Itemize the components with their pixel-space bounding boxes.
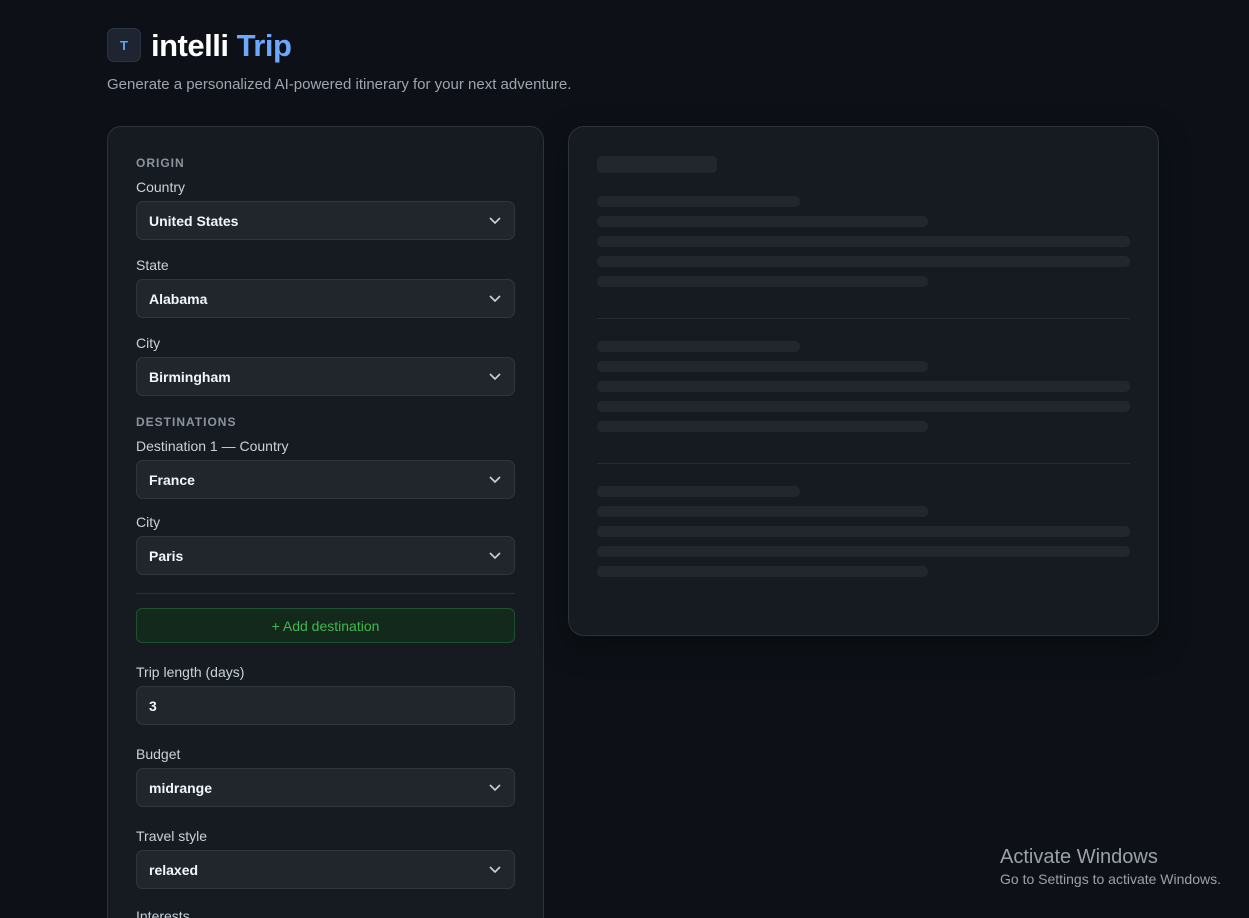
skeleton-line [597, 546, 1130, 557]
trip-length-value: 3 [149, 697, 157, 714]
chevron-down-icon [488, 473, 502, 487]
origin-city-label: City [136, 335, 161, 351]
origin-state-value: Alabama [149, 290, 208, 307]
skeleton-line [597, 276, 928, 287]
app-title-part1: intelli [151, 27, 229, 63]
skeleton-line [597, 381, 1130, 392]
skeleton-line [597, 236, 1130, 247]
brand: T intelli Trip [107, 28, 571, 62]
app-title-part2: Trip [236, 27, 292, 63]
chevron-down-icon [488, 214, 502, 228]
chevron-down-icon [488, 549, 502, 563]
travel-style-label: Travel style [136, 828, 208, 844]
budget-select[interactable]: midrange [136, 768, 515, 807]
trip-length-input[interactable]: 3 [136, 686, 515, 725]
destinations-section-title: DESTINATIONS [136, 415, 237, 429]
skeleton-divider [597, 318, 1130, 319]
travel-style-select[interactable]: relaxed [136, 850, 515, 889]
chevron-down-icon [488, 863, 502, 877]
origin-city-select[interactable]: Birmingham [136, 357, 515, 396]
skeleton-line [597, 526, 1130, 537]
origin-section-title: ORIGIN [136, 156, 185, 170]
app-page: T intelli Trip Generate a personalized A… [0, 0, 1249, 918]
destination-1-city-value: Paris [149, 547, 184, 564]
skeleton-line [597, 566, 928, 577]
form-divider [136, 593, 515, 594]
origin-state-label: State [136, 257, 169, 273]
skeleton-line [597, 421, 928, 432]
origin-country-value: United States [149, 212, 239, 229]
windows-activation-watermark: Activate Windows Go to Settings to activ… [1000, 846, 1221, 887]
chevron-down-icon [488, 370, 502, 384]
skeleton-line [597, 196, 800, 207]
header: T intelli Trip Generate a personalized A… [107, 28, 571, 93]
trip-length-label: Trip length (days) [136, 664, 245, 680]
chevron-down-icon [488, 292, 502, 306]
interests-label: Interests [136, 908, 190, 918]
skeleton-line [597, 486, 800, 497]
budget-label: Budget [136, 746, 181, 762]
trip-form-panel: ORIGIN Country United States State Alaba… [107, 126, 544, 918]
destination-1-city-select[interactable]: Paris [136, 536, 515, 575]
page-subtitle: Generate a personalized AI-powered itine… [107, 76, 572, 93]
skeleton-divider [597, 463, 1130, 464]
origin-country-label: Country [136, 179, 186, 195]
watermark-subtitle: Go to Settings to activate Windows. [1000, 871, 1221, 887]
logo-letter: T [120, 37, 128, 53]
skeleton-line [597, 256, 1130, 267]
destination-1-country-select[interactable]: France [136, 460, 515, 499]
origin-city-value: Birmingham [149, 368, 231, 385]
skeleton-line [597, 216, 928, 227]
skeleton-line [597, 361, 928, 372]
watermark-title: Activate Windows [1000, 846, 1158, 868]
budget-value: midrange [149, 779, 213, 796]
app-title: intelli Trip [151, 27, 292, 63]
add-destination-button[interactable]: + Add destination [136, 608, 515, 643]
destination-1-country-value: France [149, 471, 195, 488]
destination-1-city-label: City [136, 514, 161, 530]
skeleton-line [597, 341, 800, 352]
logo-icon: T [107, 28, 141, 62]
itinerary-preview-panel [568, 126, 1159, 636]
origin-country-select[interactable]: United States [136, 201, 515, 240]
origin-state-select[interactable]: Alabama [136, 279, 515, 318]
destination-1-country-label: Destination 1 — Country [136, 438, 289, 454]
skeleton-line [597, 506, 928, 517]
skeleton-heading [597, 156, 717, 173]
travel-style-value: relaxed [149, 861, 199, 878]
skeleton-line [597, 401, 1130, 412]
chevron-down-icon [488, 781, 502, 795]
